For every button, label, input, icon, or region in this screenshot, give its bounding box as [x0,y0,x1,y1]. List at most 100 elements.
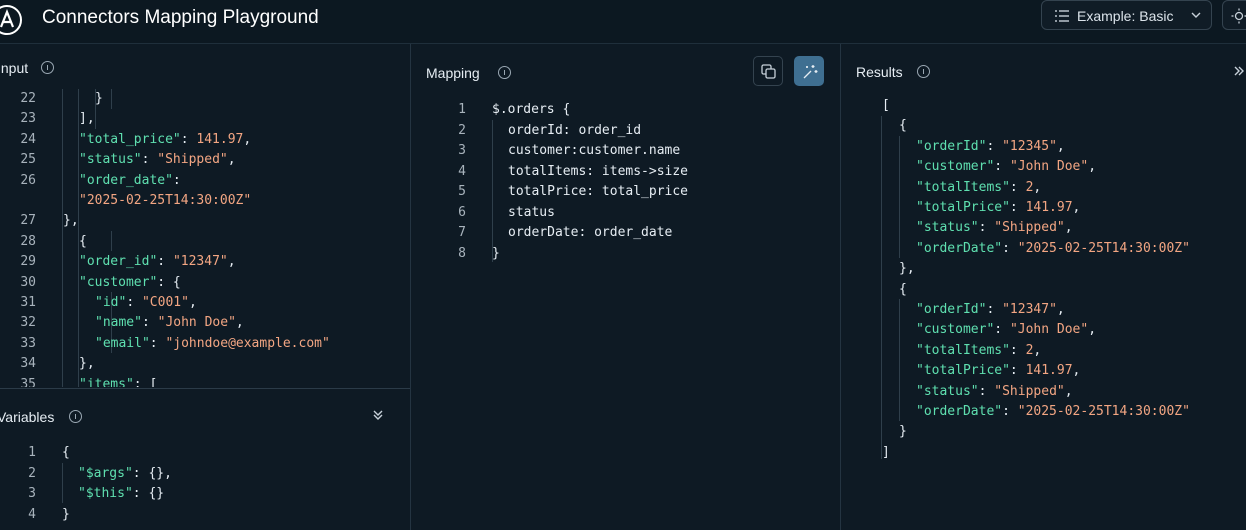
line-number: 34 [20,356,36,372]
format-icon [803,65,818,79]
code-text: "customer": "John Doe", [916,159,1097,175]
mapping-editor[interactable]: 1 $.orders { 2 orderId: order_id 3 customer:c… [430,100,835,280]
code-text: $.orders { [492,102,571,117]
line-number: 27 [20,213,36,229]
code-text: }, [79,356,95,372]
example-select[interactable]: Example: Basic [1041,0,1212,30]
line-number: 4 [458,163,466,179]
code-text: "totalPrice": 141.97, [916,200,1081,215]
code-text: [ [882,98,890,113]
code-text: totalItems: items->size [508,163,689,179]
results-panel-title: Results [856,64,903,80]
code-text: } [492,245,500,261]
code-text: ], [79,111,95,127]
line-number: 3 [458,143,466,158]
line-number: 8 [458,245,466,261]
line-number: 3 [28,486,36,501]
line-number: 29 [20,254,36,270]
code-text: { [899,118,907,134]
variables-editor[interactable]: 1 {2 "$args": {}, 3 "$this": {} 4} [0,443,410,529]
copy-icon [761,64,776,79]
code-text: totalPrice: total_price [508,184,689,199]
input-panel-title: Input [0,60,29,76]
info-icon[interactable] [917,65,930,78]
format-button[interactable] [794,56,824,86]
info-icon[interactable] [41,61,54,74]
line-number: 7 [458,225,466,240]
code-text: customer:customer.name [508,143,681,158]
code-text: "total_price": 141.97, [79,131,252,147]
apollo-logo-icon [0,5,22,35]
code-text: ] [882,444,890,460]
code-text: "2025-02-25T14:30:00Z" [79,193,252,208]
code-text: "customer": { [79,274,181,290]
line-number: 22 [20,91,36,106]
line-number: 6 [458,204,466,220]
line-number: 5 [458,184,466,199]
copy-button[interactable] [753,56,783,86]
line-number: 28 [20,233,36,249]
code-text: "orderId": "12347", [916,302,1065,317]
line-number: 1 [458,102,466,117]
line-number: 2 [458,122,466,138]
code-text: { [899,281,907,297]
code-text: "order_date": [79,172,181,188]
code-text: "id": "C001", [95,295,197,310]
list-icon [1055,10,1069,22]
code-text: "status": "Shipped", [916,383,1073,399]
code-text: "order_id": "12347", [79,254,236,270]
info-icon[interactable] [69,410,82,423]
chevron-down-icon [1191,12,1201,18]
code-text: "customer": "John Doe", [916,322,1097,338]
app-title: Connectors Mapping Playground [42,7,319,28]
divider-left[interactable] [410,44,411,530]
top-bar: Connectors Mapping Playground Example: B… [0,0,1246,44]
code-text: "orderDate": "2025-02-25T14:30:00Z" [916,240,1190,256]
variables-panel-title: Variables [0,409,55,425]
code-text: "status": "Shipped", [79,152,236,168]
code-text: "totalPrice": 141.97, [916,363,1081,379]
code-text: orderDate: order_date [508,225,673,240]
line-number: 32 [20,315,36,331]
line-number: 24 [20,131,36,147]
line-number: 4 [28,506,36,522]
code-text: status [508,204,555,220]
code-text: "email": "johndoe@example.com" [95,335,330,351]
code-text: "orderDate": "2025-02-25T14:30:00Z" [916,404,1190,419]
line-number: 31 [20,295,36,310]
chevrons-right-icon[interactable] [1233,65,1245,77]
code-text: { [62,445,70,460]
code-text: "items": [ [79,376,158,387]
line-number: 26 [20,172,36,188]
variables-divider[interactable] [0,388,410,389]
line-number: 35 [20,376,36,387]
code-text: }, [63,213,79,229]
line-number: 30 [20,274,36,290]
input-editor[interactable]: 22} 23], 24 "total_price": 141.97, 25 "status… [0,89,410,387]
code-text: } [899,424,907,440]
code-text: "status": "Shipped", [916,220,1073,236]
line-number: 2 [28,465,36,481]
code-text: { [79,233,87,249]
line-number: 25 [20,152,36,168]
theme-toggle-button[interactable] [1222,0,1246,30]
mapping-panel-title: Mapping [426,65,480,81]
line-number: 33 [20,335,36,351]
line-number: 23 [20,111,36,127]
chevrons-down-icon[interactable] [372,409,384,421]
code-text: "name": "John Doe", [95,315,244,331]
code-text: "totalItems": 2, [916,179,1042,195]
line-number: 1 [28,445,36,460]
code-text: "totalItems": 2, [916,342,1042,358]
info-icon[interactable] [498,66,511,79]
code-text: }, [899,261,915,277]
code-text: "$this": {} [78,486,165,501]
example-select-value: Example: Basic [1077,8,1174,24]
code-text: } [62,506,70,522]
code-text: orderId: order_id [508,122,642,138]
code-text: "$args": {}, [78,465,172,481]
code-text: } [95,91,103,106]
sun-icon [1231,8,1246,24]
results-viewer: [ { "orderId": "12345", "customer": "John D… [840,96,1246,476]
code-text: "orderId": "12345", [916,138,1065,154]
